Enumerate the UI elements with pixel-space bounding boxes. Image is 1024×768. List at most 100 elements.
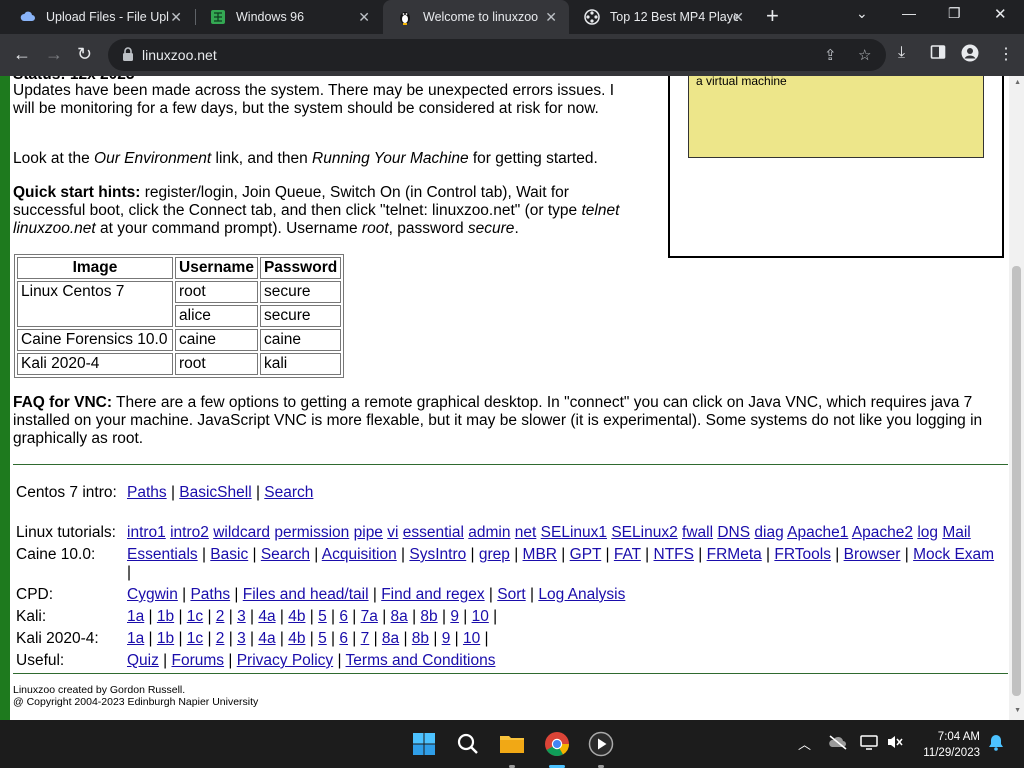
tutorial-link[interactable]: net xyxy=(515,524,537,541)
tutorial-link[interactable]: 1c xyxy=(187,608,203,625)
tutorial-link[interactable]: 7a xyxy=(361,608,378,625)
chrome-icon[interactable] xyxy=(541,728,573,760)
tutorial-link[interactable]: BasicShell xyxy=(179,484,251,501)
tutorial-link[interactable]: 1b xyxy=(157,630,174,647)
tutorial-link[interactable]: log xyxy=(917,524,938,541)
tutorial-link[interactable]: Browser xyxy=(844,546,901,563)
tutorial-link[interactable]: Cygwin xyxy=(127,586,178,603)
tutorial-link[interactable]: Paths xyxy=(127,484,167,501)
tutorial-link[interactable]: Paths xyxy=(190,586,230,603)
tutorial-link[interactable]: GPT xyxy=(570,546,602,563)
tutorial-link[interactable]: essential xyxy=(403,524,464,541)
tutorial-link[interactable]: MBR xyxy=(523,546,557,563)
scrollbar-thumb[interactable] xyxy=(1012,266,1021,696)
scroll-up-icon[interactable]: ▲ xyxy=(1014,79,1021,86)
tutorial-link[interactable]: 6 xyxy=(339,630,348,647)
onedrive-offline-icon[interactable] xyxy=(828,734,848,753)
tutorial-link[interactable]: 8b xyxy=(412,630,429,647)
tutorial-link[interactable]: 1a xyxy=(127,630,144,647)
tutorial-link[interactable]: 1c xyxy=(187,630,203,647)
network-icon[interactable] xyxy=(860,734,878,753)
profile-avatar-icon[interactable] xyxy=(961,44,979,67)
vertical-scrollbar[interactable]: ▲ ▼ xyxy=(1009,76,1024,720)
close-window-icon[interactable]: ✕ xyxy=(994,5,1007,23)
back-arrow-icon[interactable]: ← xyxy=(13,44,31,64)
side-panel-icon[interactable] xyxy=(930,44,946,65)
close-icon[interactable]: ✕ xyxy=(170,9,182,26)
tutorial-link[interactable]: 8a xyxy=(382,630,399,647)
tutorial-link[interactable]: 3 xyxy=(237,608,246,625)
tutorial-link[interactable]: 1a xyxy=(127,608,144,625)
tutorial-link[interactable]: fwall xyxy=(682,524,713,541)
close-icon[interactable]: ✕ xyxy=(732,9,744,26)
tutorial-link[interactable]: 5 xyxy=(318,630,327,647)
download-icon[interactable]: ⤓ xyxy=(898,44,905,62)
tutorial-link[interactable]: vi xyxy=(387,524,398,541)
volume-muted-icon[interactable] xyxy=(886,734,904,753)
tutorial-link[interactable]: 1b xyxy=(157,608,174,625)
tutorial-link[interactable]: Terms and Conditions xyxy=(346,652,496,669)
chevron-up-icon[interactable]: ︿ xyxy=(798,734,811,753)
kebab-menu-icon[interactable]: ⋮ xyxy=(998,44,1014,64)
tutorial-link[interactable]: pipe xyxy=(354,524,383,541)
tutorial-link[interactable]: intro2 xyxy=(170,524,209,541)
tutorial-link[interactable]: 10 xyxy=(472,608,489,625)
tutorial-link[interactable]: Sort xyxy=(497,586,525,603)
tutorial-link[interactable]: diag xyxy=(754,524,783,541)
tutorial-link[interactable]: SysIntro xyxy=(409,546,466,563)
tutorial-link[interactable]: Essentials xyxy=(127,546,198,563)
new-tab-plus-icon[interactable]: + xyxy=(766,5,779,27)
address-bar[interactable]: linuxzoo.net ⇪ ☆ xyxy=(108,39,886,71)
url-text[interactable]: linuxzoo.net xyxy=(142,47,217,63)
chevron-down-icon[interactable]: ⌄ xyxy=(856,5,868,22)
tutorial-link[interactable]: 4a xyxy=(258,630,275,647)
tutorial-link[interactable]: NTFS xyxy=(654,546,694,563)
tutorial-link[interactable]: Apache1 xyxy=(787,524,848,541)
lock-icon[interactable] xyxy=(122,47,134,66)
tab-welcome-linuxzoo[interactable]: Welcome to linuxzoo ✕ xyxy=(383,0,569,34)
tutorial-link[interactable]: Basic xyxy=(210,546,248,563)
search-icon[interactable] xyxy=(452,728,484,760)
system-clock[interactable]: 7:04 AM 11/29/2023 xyxy=(908,729,980,761)
tutorial-link[interactable]: Search xyxy=(264,484,313,501)
restore-icon[interactable]: ❐ xyxy=(948,5,961,22)
tutorial-link[interactable]: Privacy Policy xyxy=(237,652,333,669)
tutorial-link[interactable]: grep xyxy=(479,546,510,563)
tutorial-link[interactable]: SELinux1 xyxy=(541,524,607,541)
star-icon[interactable]: ☆ xyxy=(858,46,871,64)
tutorial-link[interactable]: DNS xyxy=(717,524,750,541)
tutorial-link[interactable]: Mail xyxy=(942,524,970,541)
tutorial-link[interactable]: FRTools xyxy=(774,546,831,563)
tutorial-link[interactable]: 4a xyxy=(258,608,275,625)
tutorial-link[interactable]: Log Analysis xyxy=(538,586,625,603)
tutorial-link[interactable]: Mock Exam xyxy=(913,546,994,563)
close-icon[interactable]: ✕ xyxy=(358,9,370,26)
tutorial-link[interactable]: permission xyxy=(274,524,349,541)
tutorial-link[interactable]: 8b xyxy=(420,608,437,625)
scroll-down-icon[interactable]: ▼ xyxy=(1014,707,1021,714)
tutorial-link[interactable]: wildcard xyxy=(213,524,270,541)
close-icon[interactable]: ✕ xyxy=(545,9,557,26)
tutorial-link[interactable]: SELinux2 xyxy=(611,524,677,541)
media-player-icon[interactable] xyxy=(585,728,617,760)
minimize-icon[interactable]: — xyxy=(902,5,916,21)
tutorial-link[interactable]: 10 xyxy=(463,630,480,647)
windows-start-icon[interactable] xyxy=(408,728,440,760)
tutorial-link[interactable]: 9 xyxy=(450,608,459,625)
tutorial-link[interactable]: admin xyxy=(468,524,510,541)
tutorial-link[interactable]: 5 xyxy=(318,608,327,625)
tutorial-link[interactable]: 7 xyxy=(361,630,370,647)
tutorial-link[interactable]: Quiz xyxy=(127,652,159,669)
tutorial-link[interactable]: Forums xyxy=(172,652,225,669)
tab-windows-96[interactable]: Windows 96 ✕ xyxy=(196,0,382,34)
tutorial-link[interactable]: Apache2 xyxy=(852,524,913,541)
tutorial-link[interactable]: 4b xyxy=(288,630,305,647)
tutorial-link[interactable]: intro1 xyxy=(127,524,166,541)
tutorial-link[interactable]: Search xyxy=(261,546,310,563)
tutorial-link[interactable]: Acquisition xyxy=(322,546,397,563)
tutorial-link[interactable]: FAT xyxy=(614,546,641,563)
tutorial-link[interactable]: FRMeta xyxy=(707,546,762,563)
tutorial-link[interactable]: 8a xyxy=(391,608,408,625)
reload-icon[interactable]: ↻ xyxy=(77,44,92,64)
tab-mp4-players[interactable]: Top 12 Best MP4 Playe ✕ xyxy=(570,0,756,34)
